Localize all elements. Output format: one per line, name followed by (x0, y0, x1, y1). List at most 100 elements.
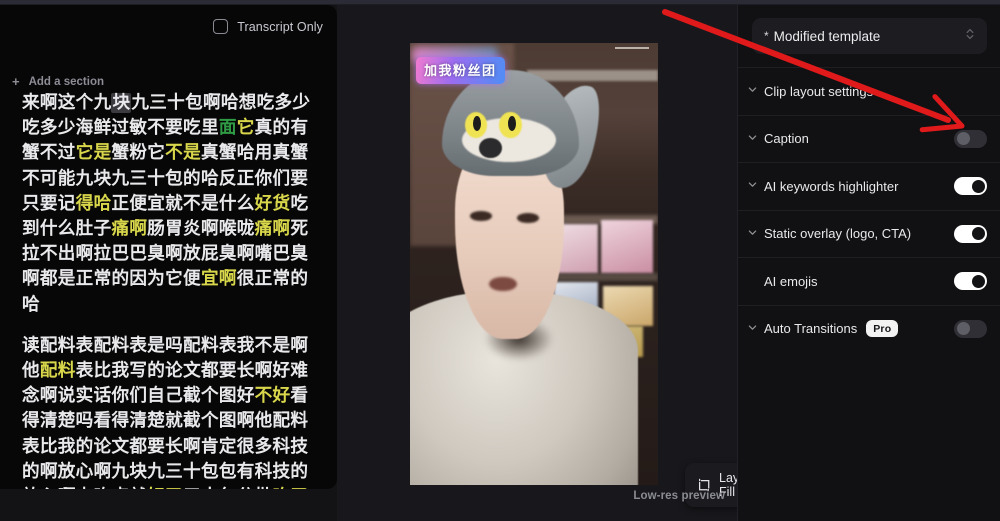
video-preview[interactable]: 加我粉丝团 (410, 43, 658, 485)
transcript-text-run: 只要记 (22, 193, 76, 214)
transcript-only-checkbox[interactable] (213, 19, 229, 34)
transcript-line: 表比我的论文都要长啊肯定很多科技 (22, 435, 321, 460)
settings-row-ai-keywords-highlighter[interactable]: AI keywords highlighter (738, 162, 1000, 210)
transcript-text-run: 来啊这个九 (22, 93, 112, 113)
transcript-text-run: 得清楚吗看得清楚就截个图啊他配料 (22, 411, 309, 432)
settings-row-caption[interactable]: Caption (738, 114, 1000, 163)
transcript-text-run: 不可能九块九三十包的哈反正你们要 (22, 168, 309, 189)
toggle-switch[interactable] (954, 129, 987, 148)
keyword-highlight-green: 面 (218, 118, 237, 139)
transcript-panel: Transcript Only + Add a section 来啊这个九块九三… (0, 5, 337, 489)
transcript-line: 来啊这个九块九三十包啊哈想吃多少 (22, 91, 321, 116)
video-follow-badge: 加我粉丝团 (416, 57, 505, 84)
app-root: Transcript Only + Add a section 来啊这个九块九三… (0, 0, 1000, 521)
transcript-text-run: 放心啊少吃点就 (22, 487, 147, 489)
settings-row-clip-layout-settings[interactable]: Clip layout settings (738, 67, 1000, 115)
transcript-text[interactable]: 来啊这个九块九三十包啊哈想吃多少 吃多少海鲜过敏不要吃里面它真的有 蟹不过它是蟹粉它… (0, 91, 337, 489)
template-select[interactable]: * Modified template (752, 18, 987, 54)
transcript-text-run: 拉不出啊拉巴巴臭啊放屁臭啊嘴巴臭 (22, 244, 309, 265)
keyword-highlight-yellow: 得哈 (75, 193, 112, 214)
toggle-switch[interactable] (954, 319, 987, 338)
transcript-text-run: 很正常的 (236, 269, 309, 290)
transcript-text-run: 死 (290, 219, 309, 240)
add-section-button[interactable]: + Add a section (12, 75, 104, 88)
video-box-b (600, 219, 654, 273)
transcript-text-run: 的啊放心啊九块九三十包包有科技的 (22, 461, 309, 482)
transcript-line: 到什么肚子痛啊肠胃炎啊喉咙痛啊死 (22, 217, 321, 242)
transcript-text-run: 吃多少海鲜过敏不要吃里 (22, 118, 219, 139)
chevron-down-icon[interactable] (747, 225, 758, 243)
toggle-switch[interactable] (954, 272, 987, 291)
settings-row-label: Caption (764, 131, 809, 147)
keyword-highlight-yellow: 它是 (75, 143, 112, 164)
video-shelf-top (526, 69, 658, 81)
transcript-line: 他配料表比我写的论文都要长啊好难 (22, 359, 321, 384)
chevron-down-icon[interactable] (747, 320, 758, 338)
transcript-text-run: 蟹粉它 (111, 143, 166, 164)
keyword-highlight-yellow: 好了 (147, 487, 183, 489)
transcript-text-run: 正便宜就不是什么 (111, 193, 255, 214)
transcript-text-run: 念啊说实话你们自己截个图好 (22, 386, 255, 407)
transcript-only-label: Transcript Only (237, 19, 323, 34)
video-stage: 加我粉丝团 Layout: Fill Low-res preview (337, 5, 773, 521)
keyword-highlight-yellow: 宜啊 (200, 269, 237, 290)
transcript-line: 吃多少海鲜过敏不要吃里面它真的有 (22, 116, 321, 141)
video-person-eye-left (469, 210, 492, 221)
transcript-only-control[interactable]: Transcript Only (213, 19, 323, 34)
chevron-down-icon[interactable] (747, 82, 758, 100)
chevron-up-down-icon (965, 27, 975, 46)
transcript-text-run: 九三十包啊哈想吃多少 (131, 93, 311, 113)
transcript-text-run: 读配料表配料表是吗配料表我不是啊 (22, 335, 309, 356)
keyword-highlight-yellow: 它 (236, 118, 255, 139)
transcript-text-run: 肠胃炎啊喉咙 (147, 219, 255, 240)
toggle-knob (956, 322, 970, 336)
transcript-line: 得清楚吗看得清楚就截个图啊他配料 (22, 409, 321, 434)
video-hat-pupil-right (507, 115, 516, 131)
transcript-text-run: 看 (290, 386, 309, 407)
settings-row-label: Auto Transitions (764, 321, 858, 337)
keyword-highlight-yellow: 不是 (165, 143, 201, 164)
transcript-text-run: 哈 (22, 294, 40, 315)
settings-row-static-overlay-logo-cta[interactable]: Static overlay (logo, CTA) (738, 209, 1000, 258)
settings-panel: * Modified template Clip layout settings… (737, 5, 1000, 521)
keyword-highlight-yellow: 好货 (254, 193, 291, 214)
toggle-switch[interactable] (954, 177, 987, 196)
template-name: Modified template (773, 28, 881, 44)
video-person-eye-right (516, 213, 539, 223)
settings-row-label: AI emojis (764, 273, 818, 289)
settings-row-auto-transitions[interactable]: Auto Transitions Pro (738, 304, 1000, 353)
template-modified-marker: * (764, 29, 769, 43)
transcript-text-run: 表比我写的论文都要长啊好难 (75, 361, 309, 382)
transcript-text-run: 真的有 (254, 118, 309, 139)
settings-rows: Clip layout settings Caption AI keywords h… (738, 67, 1000, 352)
transcript-line: 的啊放心啊九块九三十包包有科技的 (22, 460, 321, 485)
settings-row-label: Clip layout settings (764, 83, 874, 99)
video-follow-badge-text: 加我粉丝团 (424, 64, 497, 79)
keyword-highlight-yellow: 不好 (254, 386, 291, 407)
keyword-highlight-yellow: 痛啊 (254, 219, 291, 240)
video-status-line (615, 47, 649, 49)
pro-badge: Pro (866, 320, 899, 338)
chevron-down-icon[interactable] (747, 177, 758, 195)
transcript-line: 蟹不过它是蟹粉它不是真蟹哈用真蟹 (22, 141, 321, 166)
settings-row-label: AI keywords highlighter (764, 178, 899, 194)
transcript-line: 只要记得哈正便宜就不是什么好货吃 (22, 192, 321, 217)
transcript-line: 念啊说实话你们自己截个图好不好看 (22, 384, 321, 409)
transcript-text-run: 真蟹哈用真蟹 (200, 143, 309, 164)
settings-row-ai-emojis[interactable]: AI emojis (738, 257, 1000, 305)
transcript-line: 啊都是正常的因为它便宜啊很正常的 (22, 267, 321, 292)
toggle-knob (971, 227, 985, 241)
transcript-paragraph: 读配料表配料表是吗配料表我不是啊他配料表比我写的论文都要长啊好难 念啊说实话你们自… (22, 334, 321, 489)
transcript-text-run: 蟹不过 (22, 143, 76, 164)
transcript-text-run: 表比我的论文都要长啊肯定很多科技 (22, 436, 309, 457)
transcript-text-run: 啊都是正常的因为它便 (22, 269, 201, 290)
keyword-highlight-yellow: 吃了 (273, 487, 309, 489)
keyword-highlight-yellow: 痛啊 (111, 219, 148, 240)
transcript-text-run: 到什么肚子 (22, 219, 112, 240)
transcript-line: 拉不出啊拉巴巴臭啊放屁臭啊嘴巴臭 (22, 242, 321, 267)
transcript-text-run: 他 (22, 361, 40, 382)
chevron-down-icon[interactable] (747, 130, 758, 148)
add-section-label: Add a section (28, 75, 104, 88)
transcript-line: 放心啊少吃点就好了三十包分批吃了 (22, 485, 321, 489)
toggle-switch[interactable] (954, 224, 987, 243)
